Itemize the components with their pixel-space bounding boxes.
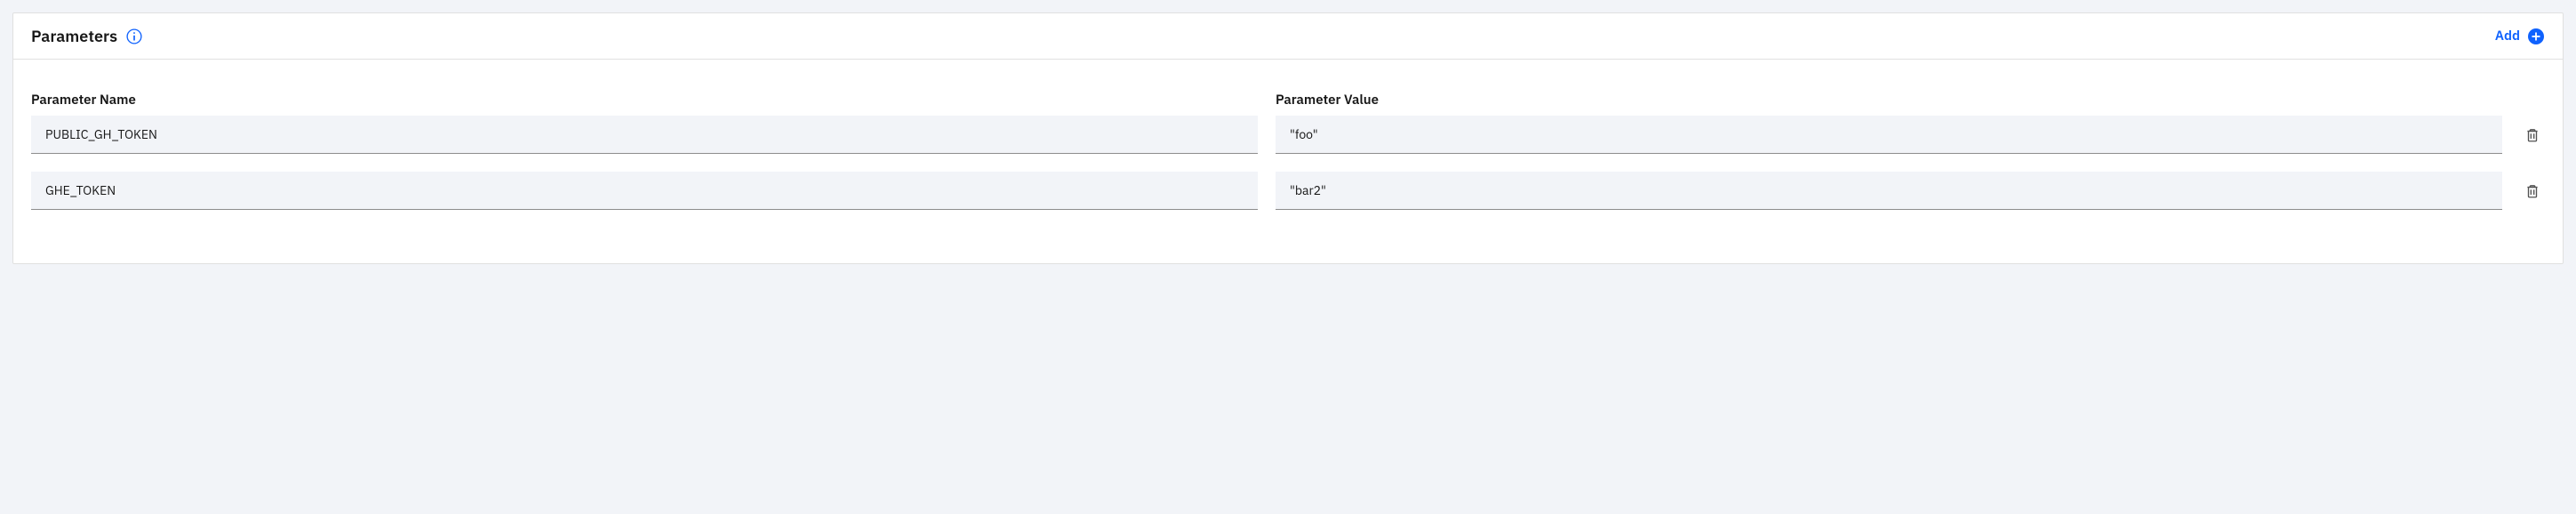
header-left: Parameters xyxy=(31,26,142,46)
column-header-value: Parameter Value xyxy=(1276,92,2502,108)
panel-body: Parameter Name Parameter Value xyxy=(13,60,2563,263)
parameters-panel: Parameters Add Parameter Name xyxy=(12,12,2564,264)
parameter-row xyxy=(31,116,2545,154)
add-icon xyxy=(2527,28,2545,45)
trash-icon xyxy=(2524,183,2540,199)
delete-button[interactable] xyxy=(2520,183,2545,199)
panel-header: Parameters Add xyxy=(13,13,2563,60)
column-header-name: Parameter Name xyxy=(31,92,1258,108)
panel-title: Parameters xyxy=(31,26,117,46)
info-icon[interactable] xyxy=(126,28,142,44)
trash-icon xyxy=(2524,127,2540,143)
parameter-row xyxy=(31,172,2545,210)
parameter-name-input[interactable] xyxy=(31,172,1258,210)
parameter-name-input[interactable] xyxy=(31,116,1258,154)
add-label: Add xyxy=(2495,28,2520,44)
delete-button[interactable] xyxy=(2520,127,2545,143)
column-header-actions xyxy=(2520,92,2545,108)
parameter-value-input[interactable] xyxy=(1276,172,2502,210)
parameter-value-input[interactable] xyxy=(1276,116,2502,154)
columns-header: Parameter Name Parameter Value xyxy=(31,92,2545,108)
add-button[interactable]: Add xyxy=(2495,28,2545,45)
